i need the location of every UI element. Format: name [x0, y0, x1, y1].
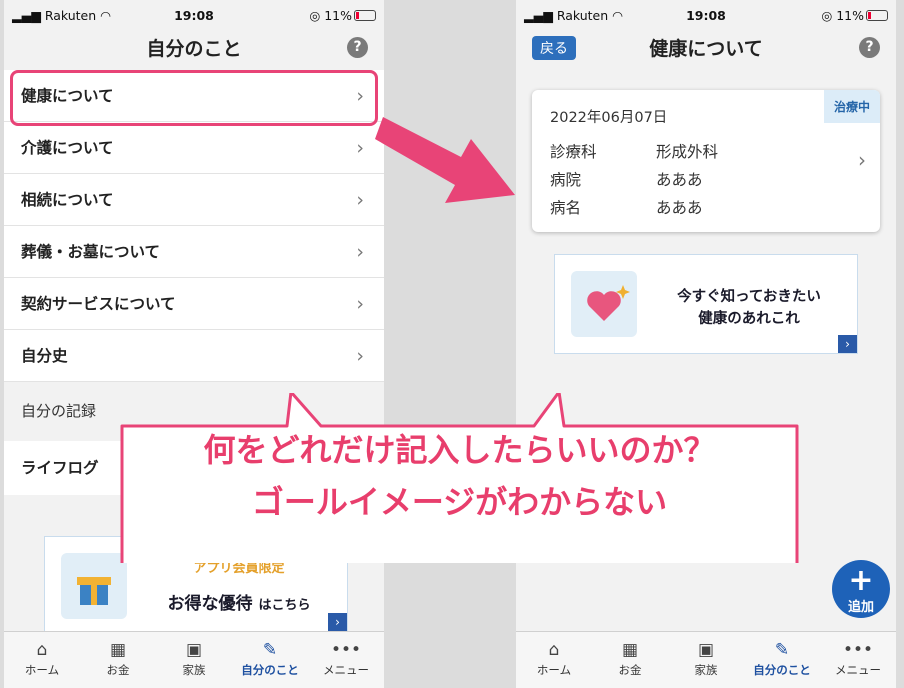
tab-home[interactable]: ⌂ ホーム	[516, 632, 592, 688]
menu-item-inheritance[interactable]: 相続について ›	[4, 174, 384, 226]
tab-family[interactable]: ▣ 家族	[156, 632, 232, 688]
callout-text: 何をどれだけ記入したらいいのか？ ゴールイメージがわからない	[119, 424, 800, 528]
tab-money[interactable]: ▦ お金	[592, 632, 668, 688]
status-badge: 治療中	[823, 90, 880, 123]
home-icon: ⌂	[36, 640, 48, 660]
record-row-hospital: 病院 あああ	[550, 171, 703, 189]
health-record-card[interactable]: 2022年06月07日 治療中 診療科 形成外科 病院 あああ 病名 あああ ›	[532, 90, 880, 232]
record-date: 2022年06月07日	[550, 110, 668, 126]
tab-about-me[interactable]: ✎ 自分のこと	[744, 632, 820, 688]
callout-line1: 何をどれだけ記入したらいいのか？	[203, 431, 716, 469]
chevron-right-icon: ›	[838, 335, 857, 353]
page-title: 自分のこと	[146, 38, 242, 60]
calculator-icon: ▦	[109, 640, 127, 660]
tab-menu[interactable]: ••• メニュー	[820, 632, 896, 688]
more-icon: •••	[842, 640, 874, 660]
tab-home[interactable]: ⌂ ホーム	[4, 632, 80, 688]
section-label-records: 自分の記録	[21, 402, 97, 420]
contacts-icon: ▣	[697, 640, 715, 660]
tab-family[interactable]: ▣ 家族	[668, 632, 744, 688]
chevron-right-icon: ›	[356, 189, 364, 211]
banner-line1: 今すぐ知っておきたい	[677, 289, 821, 305]
record-row-department: 診療科 形成外科	[550, 143, 719, 161]
banner-line2: 健康のあれこれ	[698, 311, 800, 327]
heart-icon	[571, 271, 637, 337]
help-icon[interactable]: ?	[347, 37, 368, 58]
menu-item-label: 介護について	[21, 139, 114, 157]
callout-line2: ゴールイメージがわからない	[251, 483, 668, 521]
page-title: 健康について	[649, 38, 763, 60]
gift-icon	[61, 553, 127, 619]
more-icon: •••	[330, 640, 362, 660]
chevron-right-icon: ›	[356, 293, 364, 315]
arrow-icon	[375, 117, 515, 203]
chevron-right-icon: ›	[356, 241, 364, 263]
menu-item-label: 葬儀・お墓について	[21, 243, 161, 261]
battery-icon	[354, 10, 376, 21]
tab-money[interactable]: ▦ お金	[80, 632, 156, 688]
chevron-right-icon: ›	[858, 148, 866, 172]
battery-icon	[866, 10, 888, 21]
promo-line2: お得な優待 はこちら	[167, 594, 311, 614]
menu-item-label: 自分史	[21, 347, 68, 365]
nav-bar: 戻る 健康について ?	[516, 28, 896, 70]
add-button-label: 追加	[847, 600, 874, 615]
menu-item-autobiography[interactable]: 自分史 ›	[4, 330, 384, 382]
contacts-icon: ▣	[185, 640, 203, 660]
tab-about-me[interactable]: ✎ 自分のこと	[232, 632, 308, 688]
status-bar: ▂▄▆ Rakuten ◠ 19:08 ◎ 11%	[516, 0, 896, 30]
tab-bar: ⌂ ホーム ▦ お金 ▣ 家族 ✎ 自分のこと ••• メニュー	[516, 631, 896, 688]
right-phone-screen: ▂▄▆ Rakuten ◠ 19:08 ◎ 11% 戻る 健康について ? 20…	[516, 0, 896, 688]
add-button[interactable]: + 追加	[832, 560, 890, 618]
health-info-banner[interactable]: 今すぐ知っておきたい 健康のあれこれ ›	[554, 254, 858, 354]
notebook-pen-icon: ✎	[774, 640, 790, 660]
chevron-right-icon: ›	[328, 613, 347, 631]
home-icon: ⌂	[548, 640, 560, 660]
status-bar: ▂▄▆ Rakuten ◠ 19:08 ◎ 11%	[4, 0, 384, 30]
calculator-icon: ▦	[621, 640, 639, 660]
help-icon[interactable]: ?	[859, 37, 880, 58]
tab-menu[interactable]: ••• メニュー	[308, 632, 384, 688]
nav-bar: 自分のこと ?	[4, 28, 384, 70]
menu-item-care[interactable]: 介護について ›	[4, 122, 384, 174]
highlight-frame	[10, 70, 378, 126]
notebook-pen-icon: ✎	[262, 640, 278, 660]
left-phone-screen: ▂▄▆ Rakuten ◠ 19:08 ◎ 11% 自分のこと ? 健康について…	[4, 0, 384, 688]
chevron-right-icon: ›	[356, 137, 364, 159]
tab-bar: ⌂ ホーム ▦ お金 ▣ 家族 ✎ 自分のこと ••• メニュー	[4, 631, 384, 688]
battery-indicator: ◎ 11%	[821, 8, 888, 23]
menu-item-funeral[interactable]: 葬儀・お墓について ›	[4, 226, 384, 278]
menu-item-label: 相続について	[21, 191, 114, 209]
plus-icon: +	[848, 563, 874, 598]
chevron-right-icon: ›	[356, 345, 364, 367]
battery-indicator: ◎ 11%	[309, 8, 376, 23]
menu-item-label: 契約サービスについて	[21, 295, 176, 313]
record-row-disease: 病名 あああ	[550, 199, 703, 217]
menu-item-contracts[interactable]: 契約サービスについて ›	[4, 278, 384, 330]
